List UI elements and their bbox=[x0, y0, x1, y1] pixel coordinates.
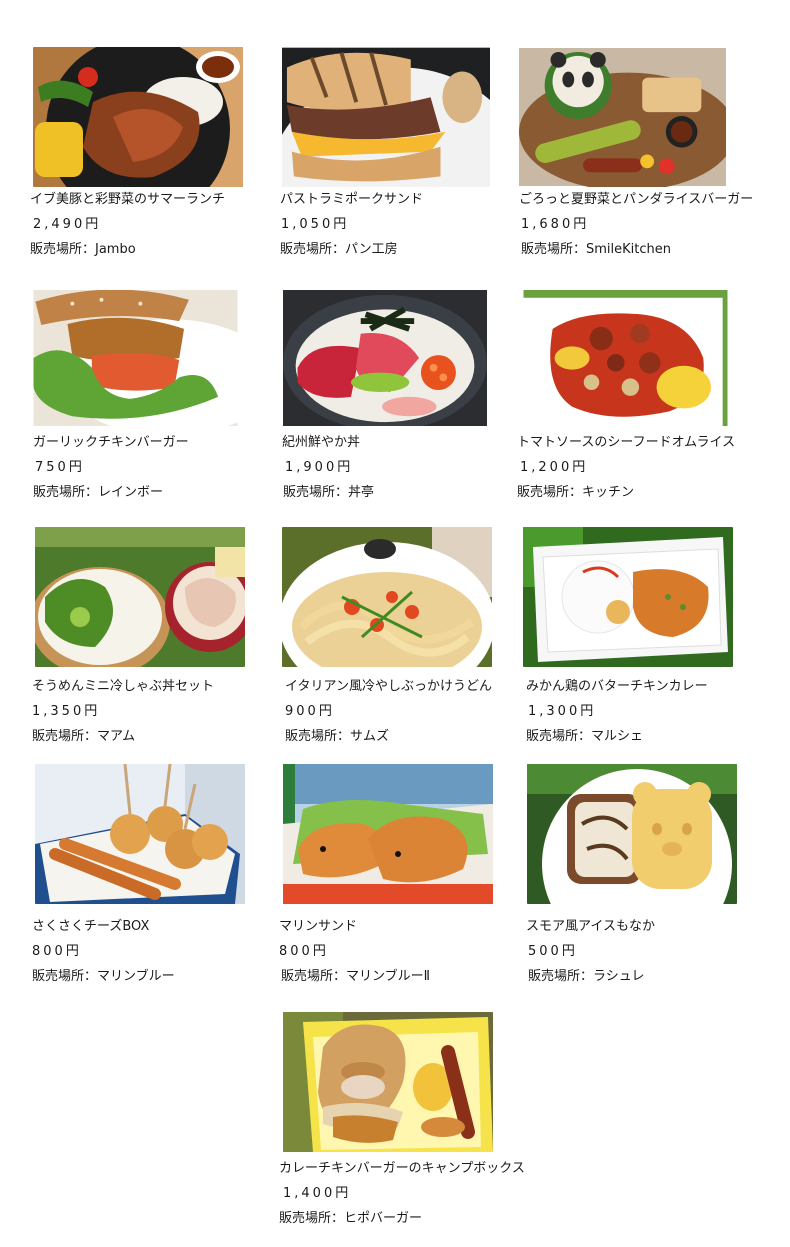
dolphin-bread-photo[interactable] bbox=[282, 764, 494, 904]
butter-chicken-curry-image bbox=[523, 527, 733, 667]
menu-item[interactable]: イブ美豚と彩野菜のサマーランチ 2,490円 販売場所：Jambo bbox=[30, 47, 273, 257]
item-name: トマトソースのシーフードオムライス bbox=[517, 435, 736, 450]
item-name: スモア風アイスもなか bbox=[526, 919, 655, 934]
item-shop: 販売場所：サムズ bbox=[285, 729, 390, 744]
item-shop: 販売場所：レインボー bbox=[33, 485, 164, 500]
menu-item[interactable]: さくさくチーズBOX 800円 販売場所：マリンブルー bbox=[32, 764, 275, 984]
item-price: 800円 bbox=[279, 944, 329, 959]
menu-item[interactable]: スモア風アイスもなか 500円 販売場所：ラシュレ bbox=[526, 764, 767, 984]
tomato-omurice-photo[interactable] bbox=[522, 290, 729, 426]
item-shop: 販売場所：キッチン bbox=[517, 485, 635, 500]
menu-item[interactable]: トマトソースのシーフードオムライス 1,200円 販売場所：キッチン bbox=[517, 290, 762, 500]
item-name: カレーチキンバーガーのキャンプボックス bbox=[279, 1161, 525, 1176]
cheese-stick-box-photo[interactable] bbox=[35, 764, 245, 904]
item-shop: 販売場所：丼亭 bbox=[283, 485, 375, 500]
item-price: 1,300円 bbox=[528, 704, 597, 719]
panda-rice-burger-photo[interactable] bbox=[519, 47, 726, 187]
item-name: ガーリックチキンバーガー bbox=[33, 435, 189, 450]
item-price: 800円 bbox=[32, 944, 82, 959]
menu-item[interactable]: パストラミポークサンド 1,050円 販売場所：パン工房 bbox=[280, 47, 522, 257]
menu-item[interactable]: 紀州鮮やか丼 1,900円 販売場所：丼亭 bbox=[282, 290, 522, 500]
menu-item[interactable]: イタリアン風冷やしぶっかけうどん 900円 販売場所：サムズ bbox=[282, 527, 522, 744]
pork-steak-skillet-image bbox=[33, 47, 243, 187]
bear-ice-monaka-photo[interactable] bbox=[527, 764, 737, 904]
seafood-donburi-photo[interactable] bbox=[282, 290, 488, 426]
tomato-omurice-image bbox=[523, 290, 728, 426]
item-price: 900円 bbox=[285, 704, 335, 719]
menu-item[interactable]: マリンサンド 800円 販売場所：マリンブルーⅡ bbox=[279, 764, 522, 984]
menu-item[interactable]: カレーチキンバーガーのキャンプボックス 1,400円 販売場所：ヒポバーガー bbox=[279, 1012, 525, 1226]
panda-rice-burger-image bbox=[519, 48, 726, 187]
camp-box-image bbox=[283, 1012, 493, 1152]
menu-item[interactable]: みかん鶏のバターチキンカレー 1,300円 販売場所：マルシェ bbox=[523, 527, 763, 744]
item-price: 1,200円 bbox=[520, 460, 589, 475]
somen-set-photo[interactable] bbox=[35, 527, 245, 667]
camp-box-photo[interactable] bbox=[283, 1012, 493, 1152]
item-name: イブ美豚と彩野菜のサマーランチ bbox=[30, 192, 226, 207]
item-name: そうめんミニ冷しゃぶ丼セット bbox=[32, 679, 215, 694]
item-price: 1,400円 bbox=[283, 1186, 352, 1201]
pastrami-sandwich-photo[interactable] bbox=[282, 47, 490, 187]
item-price: 1,050円 bbox=[281, 217, 350, 232]
chicken-burger-photo[interactable] bbox=[33, 290, 238, 426]
pork-steak-skillet-photo[interactable] bbox=[33, 47, 243, 187]
menu-item[interactable]: ごろっと夏野菜とパンダライスバーガー 1,680円 販売場所：SmileKitc… bbox=[519, 47, 759, 257]
item-shop: 販売場所：マルシェ bbox=[526, 729, 644, 744]
item-price: 1,680円 bbox=[521, 217, 590, 232]
item-name: パストラミポークサンド bbox=[280, 192, 424, 207]
item-name: 紀州鮮やか丼 bbox=[282, 435, 361, 450]
bear-ice-monaka-image bbox=[527, 764, 737, 904]
udon-bowl-image bbox=[282, 527, 492, 667]
item-name: マリンサンド bbox=[279, 919, 358, 934]
item-name: さくさくチーズBOX bbox=[32, 919, 150, 934]
somen-set-image bbox=[35, 527, 245, 667]
pastrami-sandwich-image bbox=[282, 47, 490, 187]
item-shop: 販売場所：マリンブルー bbox=[32, 969, 175, 984]
item-price: 500円 bbox=[528, 944, 578, 959]
item-shop: 販売場所：SmileKitchen bbox=[521, 242, 671, 257]
item-shop: 販売場所：ヒポバーガー bbox=[279, 1211, 423, 1226]
cheese-stick-box-image bbox=[35, 764, 245, 904]
item-price: 750円 bbox=[35, 460, 85, 475]
item-price: 1,900円 bbox=[285, 460, 354, 475]
dolphin-bread-image bbox=[283, 764, 493, 904]
udon-bowl-photo[interactable] bbox=[282, 527, 492, 667]
menu-item[interactable]: そうめんミニ冷しゃぶ丼セット 1,350円 販売場所：マアム bbox=[32, 527, 275, 744]
item-name: みかん鶏のバターチキンカレー bbox=[526, 679, 708, 694]
item-name: イタリアン風冷やしぶっかけうどん bbox=[285, 679, 492, 694]
item-name: ごろっと夏野菜とパンダライスバーガー bbox=[519, 192, 754, 207]
item-shop: 販売場所：Jambo bbox=[30, 242, 136, 257]
item-shop: 販売場所：ラシュレ bbox=[528, 969, 645, 984]
chicken-burger-image bbox=[33, 290, 238, 426]
item-price: 1,350円 bbox=[32, 704, 101, 719]
item-shop: 販売場所：マリンブルーⅡ bbox=[281, 969, 431, 984]
item-price: 2,490円 bbox=[33, 217, 102, 232]
item-shop: 販売場所：マアム bbox=[32, 729, 136, 744]
seafood-donburi-image bbox=[283, 290, 487, 426]
butter-chicken-curry-photo[interactable] bbox=[523, 527, 733, 667]
item-shop: 販売場所：パン工房 bbox=[280, 242, 398, 257]
menu-item[interactable]: ガーリックチキンバーガー 750円 販売場所：レインボー bbox=[33, 290, 273, 500]
